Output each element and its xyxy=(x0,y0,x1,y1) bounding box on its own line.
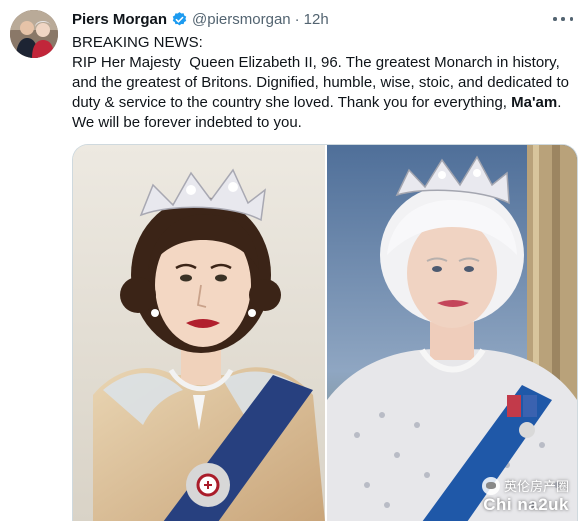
tweet-timestamp[interactable]: 12h xyxy=(304,11,329,28)
tweet-bold-word: Ma'am xyxy=(511,94,558,111)
watermark-bottom-text: Chi na2uk xyxy=(483,495,569,514)
tweet-header: Piers Morgan @piersmorgan · 12h xyxy=(72,8,329,30)
tweet-line: and the greatest of Britons. Dignified, … xyxy=(72,74,569,91)
media-image-right[interactable]: 英伦房产圈 Chi na2uk xyxy=(327,145,577,521)
tweet-line: BREAKING NEWS: xyxy=(72,34,203,51)
tweet-line: duty & service to the country she loved.… xyxy=(72,93,580,113)
more-options-icon[interactable] xyxy=(553,12,573,26)
author-avatar[interactable] xyxy=(10,10,58,58)
tweet-bold-suffix: . xyxy=(557,94,562,111)
tweet-line: We will be forever indebted to you. xyxy=(72,114,302,131)
tweet-line: RIP Her Majesty Queen Elizabeth II, 96. … xyxy=(72,54,560,71)
author-name[interactable]: Piers Morgan xyxy=(72,11,167,28)
watermark-top-text: 英伦房产圈 xyxy=(503,479,569,494)
wechat-logo-icon xyxy=(481,476,500,495)
tweet-line-text: duty & service to the country she loved.… xyxy=(72,94,512,111)
author-handle[interactable]: @piersmorgan xyxy=(192,11,291,28)
verified-badge-icon xyxy=(171,11,188,28)
tweet-media[interactable]: 英伦房产圈 Chi na2uk xyxy=(72,144,578,521)
tweet-text: BREAKING NEWS: RIP Her Majesty Queen Eli… xyxy=(72,33,580,133)
watermark: 英伦房产圈 Chi na2uk xyxy=(481,476,569,515)
tweet[interactable]: Piers Morgan @piersmorgan · 12h BREAKING… xyxy=(0,0,585,521)
media-image-left[interactable] xyxy=(73,145,325,521)
separator-dot: · xyxy=(294,10,300,28)
